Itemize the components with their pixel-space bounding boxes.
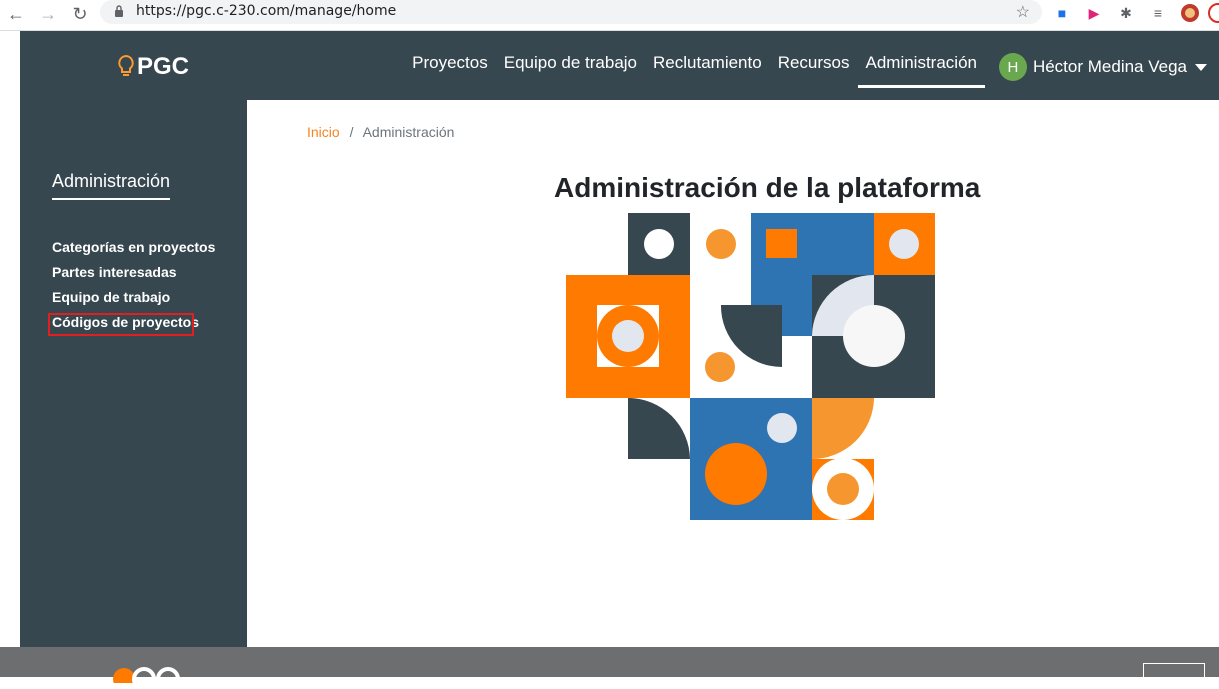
nav-equipo-de-trabajo[interactable]: Equipo de trabajo (504, 53, 637, 81)
breadcrumb-home[interactable]: Inicio (307, 124, 340, 140)
app-header: PGC Proyectos Equipo de trabajo Reclutam… (20, 31, 1219, 100)
profile-avatar-icon[interactable] (1180, 3, 1200, 23)
sidebar-item-partes-interesadas[interactable]: Partes interesadas (52, 262, 215, 287)
address-bar[interactable]: https://pgc.c-230.com/manage/home ☆ (100, 0, 1042, 24)
user-name: Héctor Medina Vega (1032, 57, 1187, 76)
footer (0, 647, 1219, 689)
browser-toolbar: ← → ↻ https://pgc.c-230.com/manage/home … (0, 0, 1219, 31)
user-menu[interactable]: H Héctor Medina Vega (998, 53, 1207, 81)
footer-logo (112, 661, 186, 689)
nav-recursos[interactable]: Recursos (778, 53, 850, 81)
page-title: Administración de la plataforma (554, 172, 981, 203)
menu-indicator-icon[interactable] (1206, 3, 1219, 23)
logo-text: PGC (137, 53, 190, 80)
breadcrumb-separator: / (349, 124, 354, 140)
c230-logo-icon (113, 667, 180, 689)
caret-down-icon (1195, 63, 1207, 71)
reload-icon[interactable]: ↻ (68, 2, 92, 26)
selection-highlight (48, 313, 194, 336)
nav-administracion[interactable]: Administración (857, 53, 985, 88)
sidebar-item-equipo-de-trabajo[interactable]: Equipo de trabajo (52, 287, 215, 312)
sidebar: Administración Categorías en proyectos P… (20, 100, 247, 647)
puzzle-icon[interactable]: ✱ (1116, 3, 1136, 23)
play-extension-icon[interactable]: ▶ (1084, 3, 1104, 23)
sidebar-item-categorias[interactable]: Categorías en proyectos (52, 237, 215, 262)
top-navigation: Proyectos Equipo de trabajo Reclutamient… (396, 53, 985, 88)
sidebar-title: Administración (52, 171, 171, 200)
pgc-logo[interactable]: PGC (116, 53, 189, 81)
reading-list-icon[interactable]: ≡ (1148, 3, 1168, 23)
breadcrumb-current: Administración (362, 124, 455, 140)
forward-arrow-icon[interactable]: → (36, 2, 60, 26)
back-arrow-icon[interactable]: ← (4, 2, 28, 26)
extension-icon[interactable]: ■ (1052, 3, 1072, 23)
footer-box[interactable] (1143, 663, 1205, 685)
lightbulb-icon (118, 54, 134, 76)
url-text: https://pgc.c-230.com/manage/home (136, 3, 397, 19)
lock-icon (115, 5, 123, 17)
avatar: H (998, 53, 1027, 81)
nav-reclutamiento[interactable]: Reclutamiento (653, 53, 762, 81)
breadcrumb: Inicio / Administración (307, 124, 454, 140)
bookmark-star-icon[interactable]: ☆ (1016, 2, 1030, 22)
nav-proyectos[interactable]: Proyectos (412, 53, 488, 81)
admin-illustration (566, 213, 935, 520)
